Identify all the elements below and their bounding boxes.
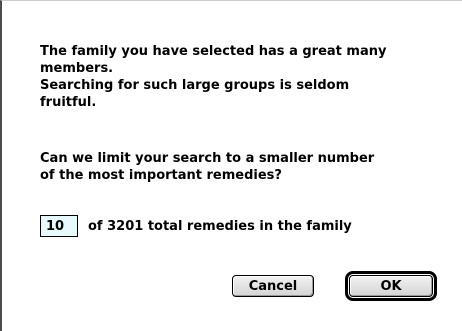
limit-suffix-label: of 3201 total remedies in the family xyxy=(88,218,352,234)
dialog-question: Can we limit your search to a smaller nu… xyxy=(40,150,455,184)
dialog-message: The family you have selected has a great… xyxy=(40,43,455,111)
question-line: of the most important remedies? xyxy=(40,168,282,183)
remedy-limit-input[interactable] xyxy=(40,215,78,237)
cancel-button[interactable]: Cancel xyxy=(232,275,314,297)
alert-dialog: The family you have selected has a great… xyxy=(0,0,462,331)
message-line: The family you have selected has a great… xyxy=(40,44,387,59)
question-line: Can we limit your search to a smaller nu… xyxy=(40,151,375,166)
message-line: members. xyxy=(40,61,114,76)
message-line: Searching for such large groups is seldo… xyxy=(40,78,350,93)
limit-row: of 3201 total remedies in the family xyxy=(40,215,352,237)
ok-button[interactable]: OK xyxy=(349,275,433,297)
message-line: fruitful. xyxy=(40,95,97,110)
